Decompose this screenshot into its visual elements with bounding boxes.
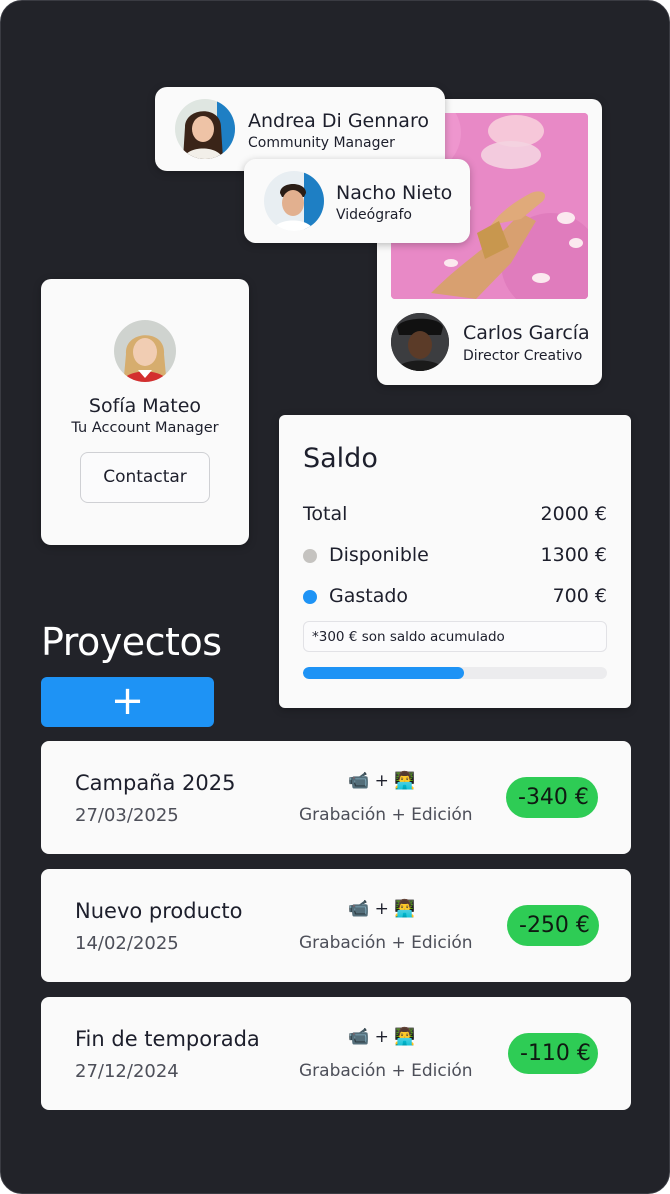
nacho-avatar	[264, 171, 324, 231]
account-manager-card: Sofía Mateo Tu Account Manager Contactar	[41, 279, 249, 545]
balance-note: *300 € son saldo acumulado	[303, 621, 607, 652]
plus-icon: +	[110, 678, 145, 724]
camera-and-editor-icons: 📹 + 👨‍💻	[348, 899, 416, 919]
project-card[interactable]: Campaña 2025 27/03/2025 📹 + 👨‍💻 Grabació…	[41, 741, 631, 854]
app-frame: Carlos García Director Creativo Andrea D…	[0, 0, 670, 1194]
project-name: Fin de temporada	[75, 1027, 260, 1051]
nacho-name: Nacho Nieto	[336, 182, 453, 204]
camera-and-editor-icons: 📹 + 👨‍💻	[348, 771, 416, 791]
project-services: Grabación + Edición	[299, 933, 473, 953]
project-card[interactable]: Nuevo producto 14/02/2025 📹 + 👨‍💻 Grabac…	[41, 869, 631, 982]
project-amount-badge: -110 €	[508, 1033, 598, 1074]
balance-title: Saldo	[303, 443, 378, 474]
spent-progress-bar	[303, 667, 607, 679]
account-manager-name: Sofía Mateo	[88, 395, 202, 417]
sofia-avatar	[114, 320, 176, 382]
project-date: 14/02/2025	[75, 933, 179, 954]
spent-value: 700 €	[552, 585, 607, 607]
spent-progress-fill	[303, 667, 465, 679]
project-date: 27/12/2024	[75, 1061, 179, 1082]
project-amount-badge: -340 €	[506, 777, 598, 818]
project-card[interactable]: Fin de temporada 27/12/2024 📹 + 👨‍💻 Grab…	[41, 997, 631, 1110]
available-dot-icon	[303, 549, 317, 563]
balance-card: Saldo Total 2000 € Disponible 1300 € Gas…	[279, 415, 631, 708]
contact-button[interactable]: Contactar	[80, 452, 210, 503]
total-label: Total	[303, 503, 348, 525]
project-date: 27/03/2025	[75, 805, 179, 826]
balance-total-row: Total 2000 €	[303, 503, 607, 529]
camera-and-editor-icons: 📹 + 👨‍💻	[348, 1027, 416, 1047]
total-value: 2000 €	[540, 503, 607, 525]
nacho-role: Videógrafo	[336, 207, 412, 223]
videographer-card[interactable]: Nacho Nieto Videógrafo	[244, 159, 470, 243]
andrea-name: Andrea Di Gennaro	[248, 110, 429, 132]
andrea-role: Community Manager	[248, 135, 395, 151]
available-label: Disponible	[329, 544, 429, 566]
project-name: Nuevo producto	[75, 899, 243, 923]
carlos-avatar	[391, 313, 449, 371]
project-amount-badge: -250 €	[507, 905, 599, 946]
spent-dot-icon	[303, 590, 317, 604]
carlos-role: Director Creativo	[463, 348, 583, 364]
balance-available-row: Disponible 1300 €	[303, 544, 607, 570]
account-manager-role: Tu Account Manager	[71, 420, 219, 436]
project-services: Grabación + Edición	[299, 1061, 473, 1081]
carlos-name: Carlos García	[463, 322, 590, 344]
andrea-avatar	[175, 99, 235, 159]
project-services: Grabación + Edición	[299, 805, 473, 825]
project-name: Campaña 2025	[75, 771, 236, 795]
spent-label: Gastado	[329, 585, 409, 607]
add-project-button[interactable]: +	[41, 677, 214, 727]
projects-heading: Proyectos	[41, 620, 222, 664]
balance-spent-row: Gastado 700 €	[303, 585, 607, 611]
available-value: 1300 €	[540, 544, 607, 566]
